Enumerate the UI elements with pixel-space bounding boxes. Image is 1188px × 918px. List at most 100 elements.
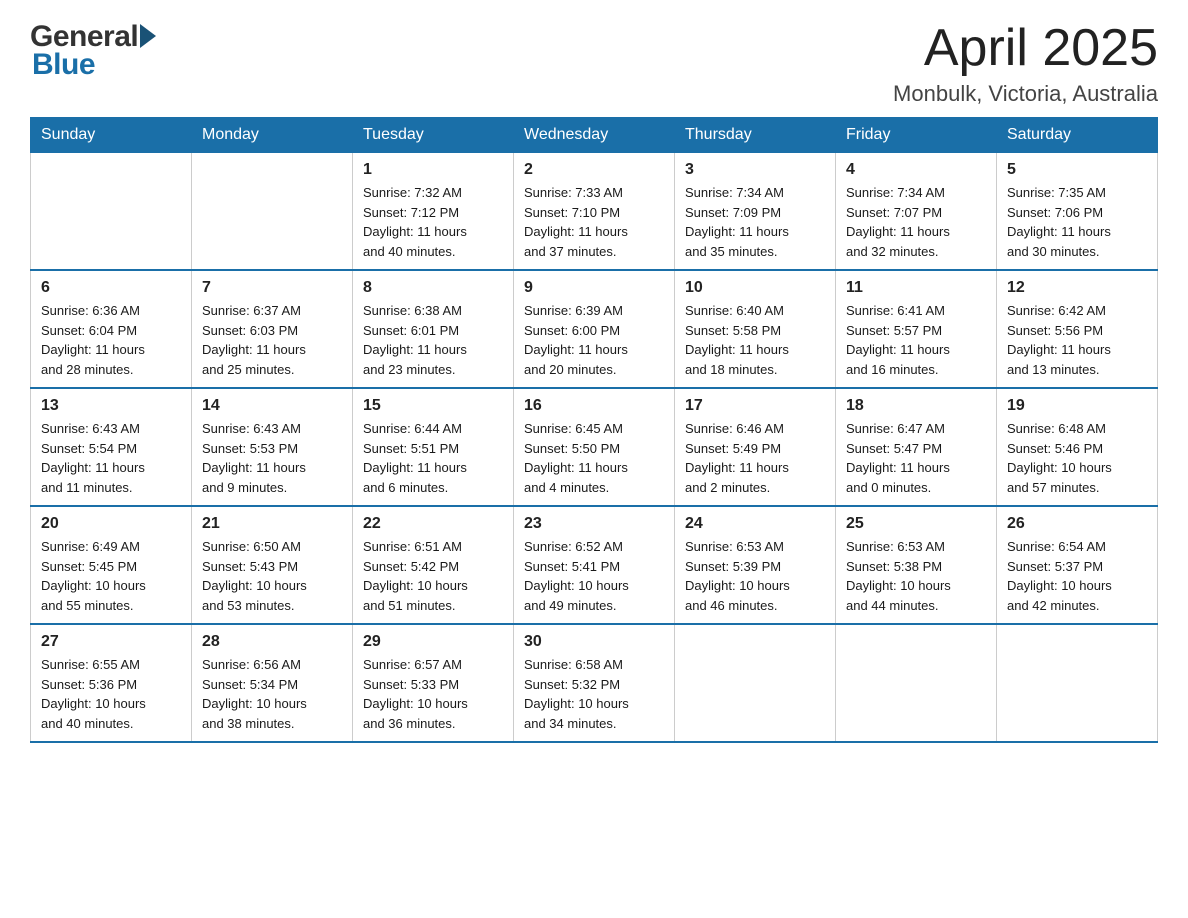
day-info: Sunrise: 6:53 AMSunset: 5:38 PMDaylight:…	[846, 537, 986, 615]
day-info: Sunrise: 7:34 AMSunset: 7:09 PMDaylight:…	[685, 183, 825, 261]
day-info: Sunrise: 6:41 AMSunset: 5:57 PMDaylight:…	[846, 301, 986, 379]
day-cell: 21 Sunrise: 6:50 AMSunset: 5:43 PMDayligh…	[192, 506, 353, 624]
header-monday: Monday	[192, 118, 353, 153]
page-header: General Blue April 2025 Monbulk, Victori…	[30, 20, 1158, 107]
month-title: April 2025	[893, 20, 1158, 77]
day-number: 14	[202, 397, 342, 415]
day-cell: 30 Sunrise: 6:58 AMSunset: 5:32 PMDayligh…	[514, 624, 675, 742]
logo-arrow-icon	[140, 24, 156, 48]
week-row-1: 1Sunrise: 7:32 AMSunset: 7:12 PMDaylight…	[31, 153, 1158, 271]
day-info: Sunrise: 6:53 AMSunset: 5:39 PMDaylight:…	[685, 537, 825, 615]
day-cell: 23 Sunrise: 6:52 AMSunset: 5:41 PMDayligh…	[514, 506, 675, 624]
day-cell: 28Sunrise: 6:56 AMSunset: 5:34 PMDayligh…	[192, 624, 353, 742]
day-number: 27	[41, 633, 181, 651]
day-info: Sunrise: 6:43 AMSunset: 5:54 PMDaylight:…	[41, 419, 181, 497]
day-number: 23	[524, 515, 664, 533]
title-block: April 2025 Monbulk, Victoria, Australia	[893, 20, 1158, 107]
day-cell: 11 Sunrise: 6:41 AMSunset: 5:57 PMDayligh…	[836, 270, 997, 388]
day-cell	[675, 624, 836, 742]
day-info: Sunrise: 6:52 AMSunset: 5:41 PMDaylight:…	[524, 537, 664, 615]
day-cell: 27 Sunrise: 6:55 AMSunset: 5:36 PMDayligh…	[31, 624, 192, 742]
day-number: 19	[1007, 397, 1147, 415]
logo-blue-text: Blue	[32, 48, 95, 82]
day-cell: 9 Sunrise: 6:39 AMSunset: 6:00 PMDaylight…	[514, 270, 675, 388]
day-number: 21	[202, 515, 342, 533]
day-info: Sunrise: 6:51 AMSunset: 5:42 PMDaylight:…	[363, 537, 503, 615]
day-number: 15	[363, 397, 503, 415]
day-info: Sunrise: 6:57 AMSunset: 5:33 PMDaylight:…	[363, 655, 503, 733]
day-number: 24	[685, 515, 825, 533]
day-number: 28	[202, 633, 342, 651]
day-cell: 19 Sunrise: 6:48 AMSunset: 5:46 PMDayligh…	[997, 388, 1158, 506]
day-info: Sunrise: 6:48 AMSunset: 5:46 PMDaylight:…	[1007, 419, 1147, 497]
day-info: Sunrise: 6:47 AMSunset: 5:47 PMDaylight:…	[846, 419, 986, 497]
header-friday: Friday	[836, 118, 997, 153]
day-cell: 1Sunrise: 7:32 AMSunset: 7:12 PMDaylight…	[353, 153, 514, 271]
day-number: 22	[363, 515, 503, 533]
day-number: 20	[41, 515, 181, 533]
location-title: Monbulk, Victoria, Australia	[893, 81, 1158, 107]
day-cell: 18 Sunrise: 6:47 AMSunset: 5:47 PMDayligh…	[836, 388, 997, 506]
week-row-2: 6Sunrise: 6:36 AMSunset: 6:04 PMDaylight…	[31, 270, 1158, 388]
day-number: 16	[524, 397, 664, 415]
day-cell: 8 Sunrise: 6:38 AMSunset: 6:01 PMDaylight…	[353, 270, 514, 388]
day-number: 29	[363, 633, 503, 651]
day-cell: 12Sunrise: 6:42 AMSunset: 5:56 PMDayligh…	[997, 270, 1158, 388]
day-info: Sunrise: 6:45 AMSunset: 5:50 PMDaylight:…	[524, 419, 664, 497]
day-number: 13	[41, 397, 181, 415]
day-number: 30	[524, 633, 664, 651]
day-info: Sunrise: 6:42 AMSunset: 5:56 PMDaylight:…	[1007, 301, 1147, 379]
day-cell: 14 Sunrise: 6:43 AMSunset: 5:53 PMDayligh…	[192, 388, 353, 506]
week-row-5: 27 Sunrise: 6:55 AMSunset: 5:36 PMDayligh…	[31, 624, 1158, 742]
day-cell: 16 Sunrise: 6:45 AMSunset: 5:50 PMDayligh…	[514, 388, 675, 506]
day-cell: 29 Sunrise: 6:57 AMSunset: 5:33 PMDayligh…	[353, 624, 514, 742]
day-cell: 5Sunrise: 7:35 AMSunset: 7:06 PMDaylight…	[997, 153, 1158, 271]
day-number: 6	[41, 279, 181, 297]
week-row-3: 13 Sunrise: 6:43 AMSunset: 5:54 PMDayligh…	[31, 388, 1158, 506]
day-cell: 13 Sunrise: 6:43 AMSunset: 5:54 PMDayligh…	[31, 388, 192, 506]
day-number: 26	[1007, 515, 1147, 533]
day-cell	[31, 153, 192, 271]
day-number: 2	[524, 161, 664, 179]
week-row-4: 20Sunrise: 6:49 AMSunset: 5:45 PMDayligh…	[31, 506, 1158, 624]
day-cell	[192, 153, 353, 271]
day-info: Sunrise: 6:55 AMSunset: 5:36 PMDaylight:…	[41, 655, 181, 733]
logo: General Blue	[30, 20, 156, 82]
day-info: Sunrise: 6:39 AMSunset: 6:00 PMDaylight:…	[524, 301, 664, 379]
day-cell: 25Sunrise: 6:53 AMSunset: 5:38 PMDayligh…	[836, 506, 997, 624]
day-cell: 20Sunrise: 6:49 AMSunset: 5:45 PMDayligh…	[31, 506, 192, 624]
day-cell: 7 Sunrise: 6:37 AMSunset: 6:03 PMDaylight…	[192, 270, 353, 388]
day-cell: 22 Sunrise: 6:51 AMSunset: 5:42 PMDayligh…	[353, 506, 514, 624]
day-info: Sunrise: 6:44 AMSunset: 5:51 PMDaylight:…	[363, 419, 503, 497]
day-info: Sunrise: 7:34 AMSunset: 7:07 PMDaylight:…	[846, 183, 986, 261]
day-info: Sunrise: 6:43 AMSunset: 5:53 PMDaylight:…	[202, 419, 342, 497]
day-cell: 15 Sunrise: 6:44 AMSunset: 5:51 PMDayligh…	[353, 388, 514, 506]
day-cell: 4 Sunrise: 7:34 AMSunset: 7:07 PMDaylight…	[836, 153, 997, 271]
day-number: 11	[846, 279, 986, 297]
day-number: 7	[202, 279, 342, 297]
day-number: 3	[685, 161, 825, 179]
day-cell: 6Sunrise: 6:36 AMSunset: 6:04 PMDaylight…	[31, 270, 192, 388]
day-number: 5	[1007, 161, 1147, 179]
calendar-table: SundayMondayTuesdayWednesdayThursdayFrid…	[30, 117, 1158, 743]
day-info: Sunrise: 6:37 AMSunset: 6:03 PMDaylight:…	[202, 301, 342, 379]
day-cell	[997, 624, 1158, 742]
day-number: 8	[363, 279, 503, 297]
header-saturday: Saturday	[997, 118, 1158, 153]
header-thursday: Thursday	[675, 118, 836, 153]
day-info: Sunrise: 6:40 AMSunset: 5:58 PMDaylight:…	[685, 301, 825, 379]
day-cell: 10 Sunrise: 6:40 AMSunset: 5:58 PMDayligh…	[675, 270, 836, 388]
day-cell	[836, 624, 997, 742]
day-info: Sunrise: 6:50 AMSunset: 5:43 PMDaylight:…	[202, 537, 342, 615]
day-info: Sunrise: 6:38 AMSunset: 6:01 PMDaylight:…	[363, 301, 503, 379]
header-tuesday: Tuesday	[353, 118, 514, 153]
day-cell: 24 Sunrise: 6:53 AMSunset: 5:39 PMDayligh…	[675, 506, 836, 624]
day-number: 18	[846, 397, 986, 415]
day-cell: 17Sunrise: 6:46 AMSunset: 5:49 PMDayligh…	[675, 388, 836, 506]
day-number: 9	[524, 279, 664, 297]
day-number: 10	[685, 279, 825, 297]
day-number: 17	[685, 397, 825, 415]
day-info: Sunrise: 6:58 AMSunset: 5:32 PMDaylight:…	[524, 655, 664, 733]
day-number: 4	[846, 161, 986, 179]
day-cell: 26Sunrise: 6:54 AMSunset: 5:37 PMDayligh…	[997, 506, 1158, 624]
